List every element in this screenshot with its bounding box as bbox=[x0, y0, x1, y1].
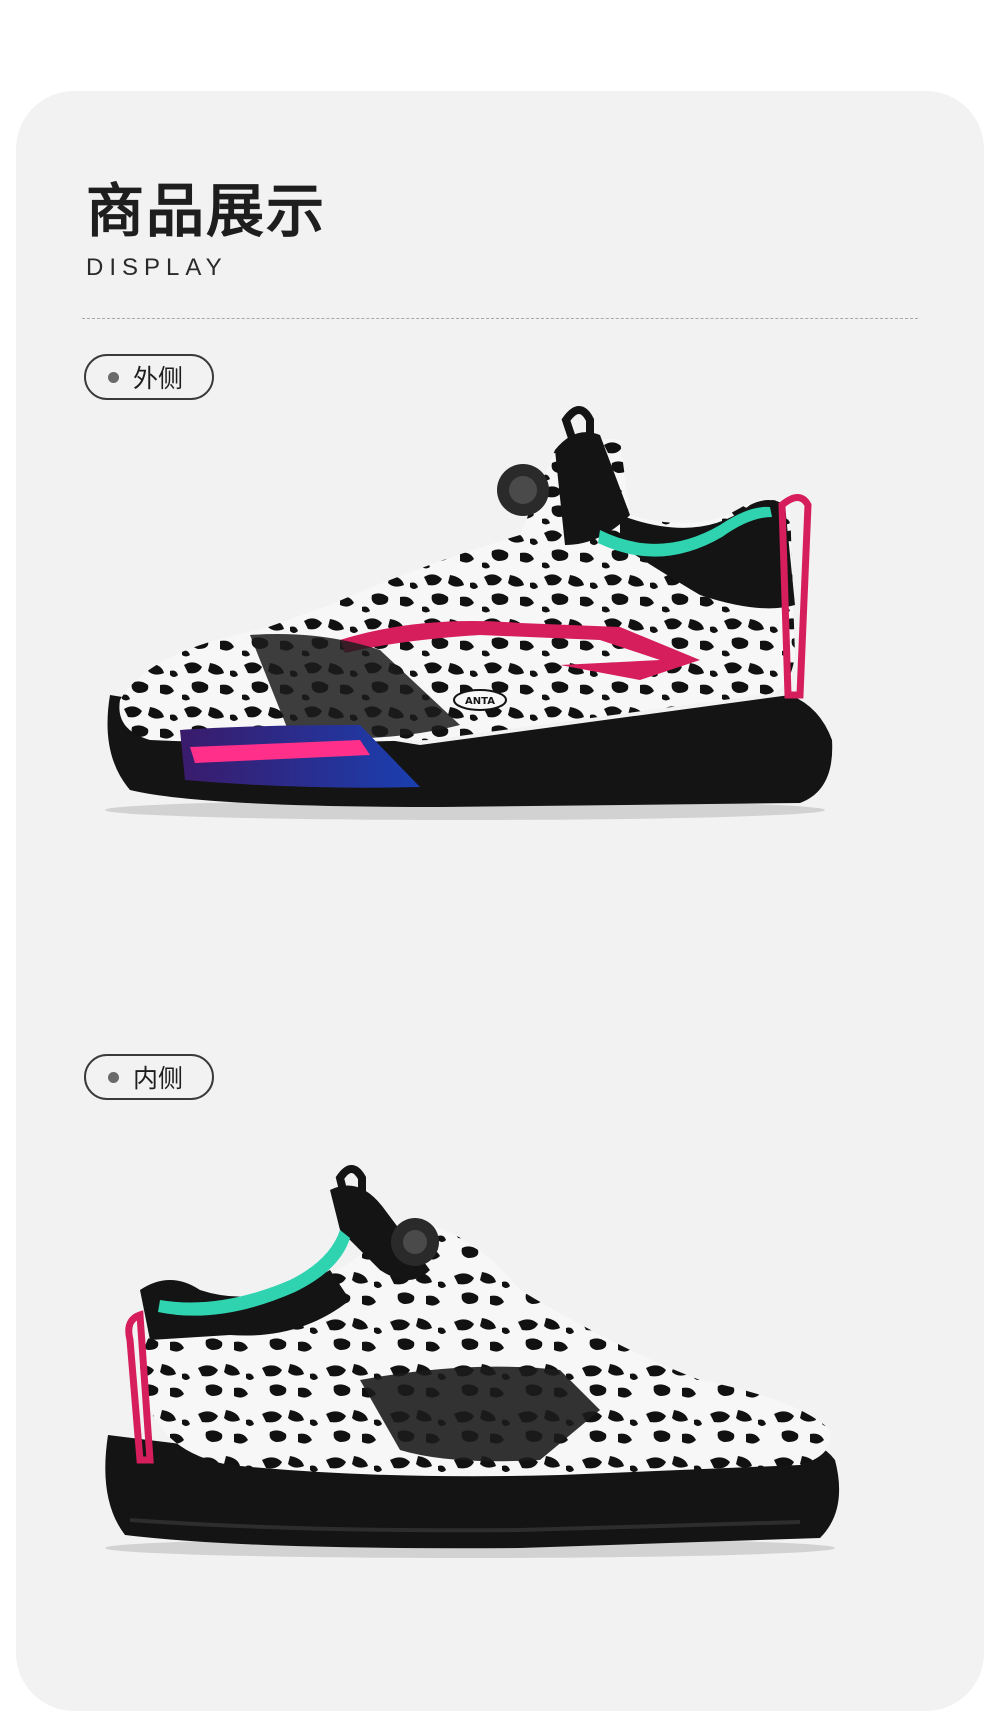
section-subtitle: DISPLAY bbox=[86, 254, 228, 281]
view-tag-medial: 内侧 bbox=[84, 1054, 214, 1100]
view-tag-lateral: 外侧 bbox=[84, 354, 214, 400]
bullet-dot-icon bbox=[108, 1071, 119, 1083]
section-title: 商品展示 bbox=[86, 177, 327, 245]
shoe-medial-image bbox=[105, 1165, 840, 1558]
view-tag-label: 外侧 bbox=[133, 364, 184, 393]
shoe-lateral-image: ANTA bbox=[105, 406, 833, 820]
dashed-divider bbox=[82, 318, 918, 319]
view-tag-label: 内侧 bbox=[133, 1064, 184, 1093]
bullet-dot-icon bbox=[108, 371, 119, 383]
brand-badge-text: ANTA bbox=[465, 696, 495, 707]
